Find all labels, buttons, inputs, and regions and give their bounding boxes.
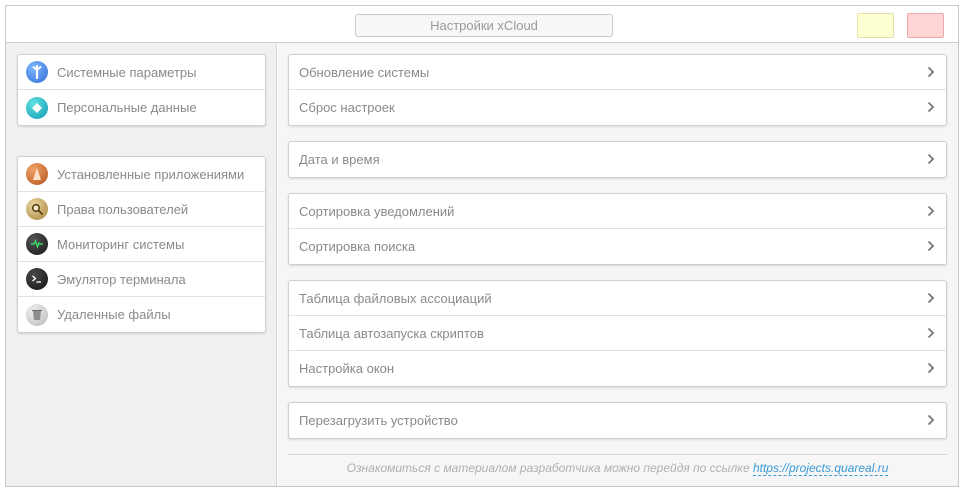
chevron-right-icon: [927, 66, 935, 78]
sidebar-item-label: Системные параметры: [57, 64, 197, 80]
row-notification-sorting[interactable]: Сортировка уведомлений: [289, 194, 946, 229]
cone-icon: [26, 163, 48, 185]
developer-link[interactable]: https://projects.quareal.ru: [752, 461, 889, 476]
chevron-right-icon: [927, 327, 935, 339]
section-reboot: Перезагрузить устройство: [288, 402, 947, 439]
sidebar-item-label: Удаленные файлы: [57, 307, 171, 322]
row-date-time[interactable]: Дата и время: [289, 142, 946, 177]
sidebar-item-deleted-files[interactable]: Удаленные файлы: [18, 297, 265, 332]
row-label: Сортировка уведомлений: [299, 203, 455, 219]
sidebar-group-system: Системные параметры Персональные данные: [17, 54, 266, 126]
sidebar-item-label: Установленные приложениями: [57, 166, 245, 182]
sidebar-item-system-monitoring[interactable]: Мониторинг системы: [18, 227, 265, 262]
section-system: Обновление системы Сброс настроек: [288, 54, 947, 126]
sidebar-item-installed-apps[interactable]: Установленные приложениями: [18, 157, 265, 192]
sidebar-item-label: Мониторинг системы: [57, 236, 185, 252]
row-label: Перезагрузить устройство: [299, 413, 458, 428]
settings-window: Настройки xCloud Системные параметры Пер…: [5, 5, 959, 487]
section-date-time: Дата и время: [288, 141, 947, 178]
chevron-right-icon: [927, 101, 935, 113]
row-reset-settings[interactable]: Сброс настроек: [289, 90, 946, 125]
developer-footer: Ознакомиться с материалом разработчика м…: [288, 461, 947, 476]
row-label: Настройка окон: [299, 361, 395, 376]
row-label: Обновление системы: [299, 64, 430, 80]
settings-content: Обновление системы Сброс настроек Дата и…: [278, 43, 958, 486]
row-label: Таблица автозапуска скриптов: [299, 325, 484, 341]
sidebar-item-terminal-emulator[interactable]: Эмулятор терминала: [18, 262, 265, 297]
sidebar-item-user-rights[interactable]: Права пользователей: [18, 192, 265, 227]
chevron-right-icon: [927, 292, 935, 304]
row-window-settings[interactable]: Настройка окон: [289, 351, 946, 386]
chevron-right-icon: [927, 414, 935, 426]
chevron-right-icon: [927, 205, 935, 217]
row-script-autorun[interactable]: Таблица автозапуска скриптов: [289, 316, 946, 351]
chevron-right-icon: [927, 362, 935, 374]
magnifier-icon: [26, 198, 48, 220]
row-system-update[interactable]: Обновление системы: [289, 55, 946, 90]
close-button[interactable]: [907, 13, 944, 38]
section-tables: Таблица файловых ассоциаций Таблица авто…: [288, 280, 947, 387]
row-file-associations[interactable]: Таблица файловых ассоциаций: [289, 281, 946, 316]
title-bar: Настройки xCloud: [6, 6, 958, 43]
sidebar-group-tools: Установленные приложениями Права пользов…: [17, 156, 266, 333]
row-label: Дата и время: [299, 152, 380, 167]
terminal-icon: [26, 268, 48, 290]
chevron-right-icon: [927, 153, 935, 165]
chevron-right-icon: [927, 240, 935, 252]
pulse-icon: [26, 233, 48, 255]
window-title: Настройки xCloud: [355, 14, 613, 37]
sidebar-item-label: Персональные данные: [57, 100, 197, 115]
footer-divider: [288, 454, 947, 455]
minimize-button[interactable]: [857, 13, 894, 38]
row-label: Таблица файловых ассоциаций: [299, 290, 492, 306]
diamond-icon: [26, 96, 48, 119]
sidebar: Системные параметры Персональные данные …: [6, 43, 277, 486]
wrench-icon: [26, 61, 48, 83]
sidebar-item-personal-data[interactable]: Персональные данные: [18, 90, 265, 125]
section-sorting: Сортировка уведомлений Сортировка поиска: [288, 193, 947, 265]
row-search-sorting[interactable]: Сортировка поиска: [289, 229, 946, 264]
trash-icon: [26, 303, 48, 326]
sidebar-item-label: Права пользователей: [57, 201, 189, 217]
sidebar-item-system-settings[interactable]: Системные параметры: [18, 55, 265, 90]
footer-text: Ознакомиться с материалом разработчика м…: [346, 461, 750, 475]
sidebar-item-label: Эмулятор терминала: [57, 271, 186, 287]
row-label: Сброс настроек: [299, 100, 395, 115]
row-reboot-device[interactable]: Перезагрузить устройство: [289, 403, 946, 438]
row-label: Сортировка поиска: [299, 239, 416, 254]
